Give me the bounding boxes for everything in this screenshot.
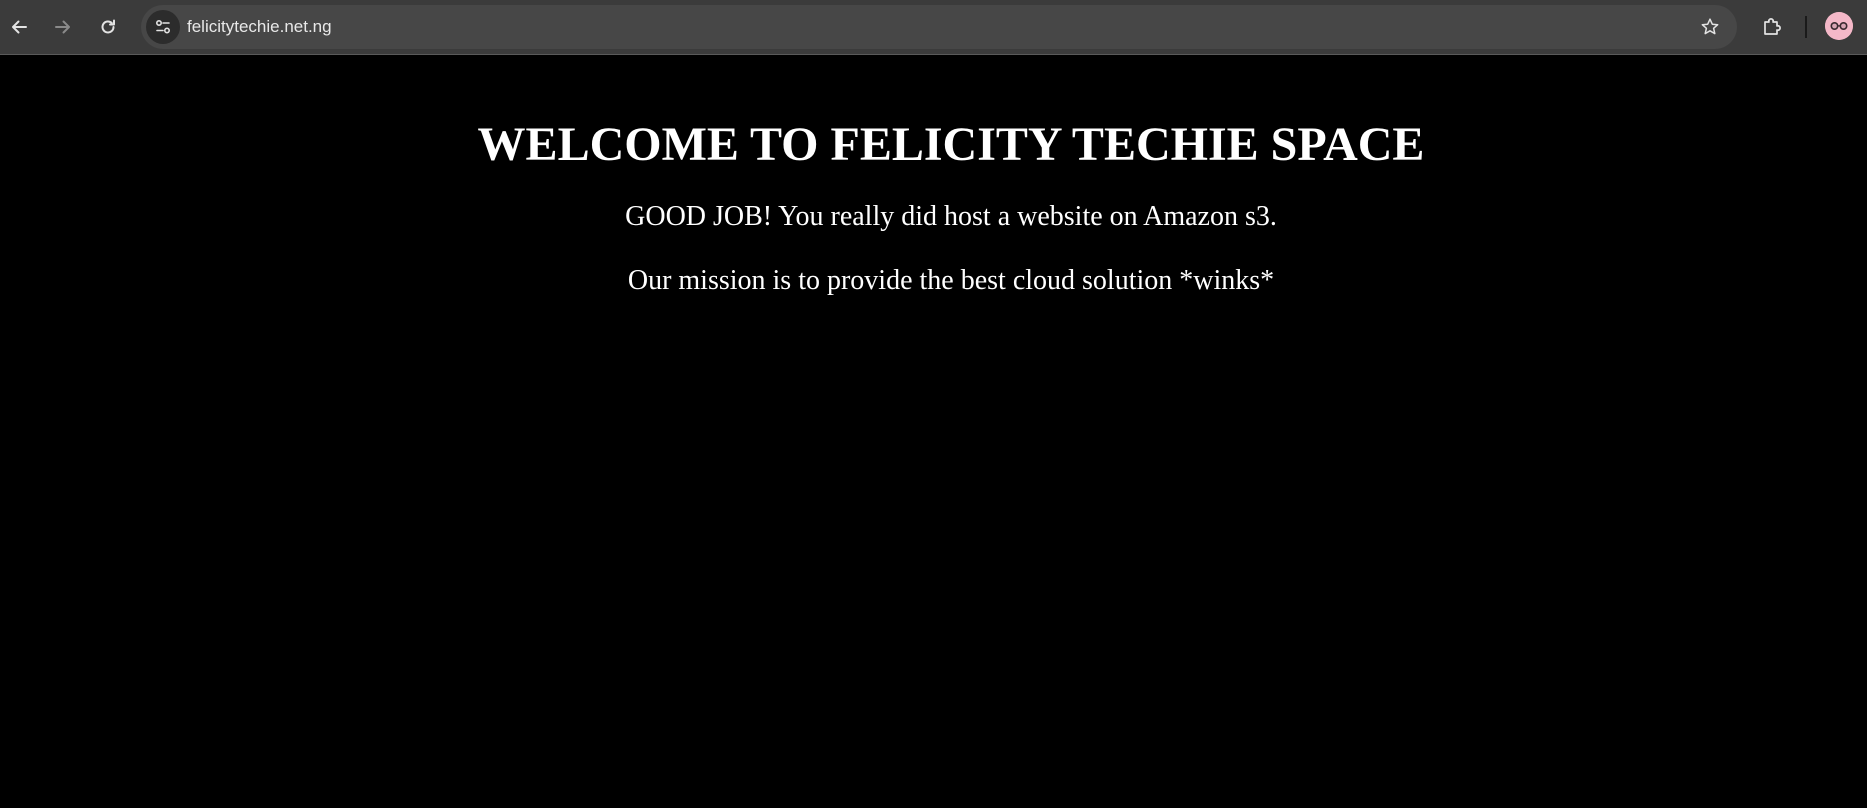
extensions-button[interactable] <box>1754 9 1790 45</box>
bookmark-button[interactable] <box>1697 14 1723 40</box>
site-info-button[interactable] <box>146 10 180 44</box>
reload-icon <box>101 19 115 34</box>
page-heading: WELCOME TO FELICITY TECHIE SPACE <box>477 118 1425 171</box>
forward-button[interactable] <box>45 9 81 45</box>
star-icon <box>1701 18 1719 35</box>
url-text[interactable]: felicitytechie.net.ng <box>187 17 332 37</box>
tune-icon <box>155 19 171 34</box>
toolbar-divider <box>1805 16 1807 38</box>
puzzle-icon <box>1764 18 1781 35</box>
browser-toolbar: felicitytechie.net.ng <box>0 0 1867 55</box>
avatar-glasses-icon <box>1825 12 1853 40</box>
profile-avatar[interactable] <box>1825 12 1853 40</box>
address-bar[interactable]: felicitytechie.net.ng <box>141 5 1737 49</box>
arrow-left-icon <box>12 20 27 34</box>
intro-paragraph: GOOD JOB! You really did host a website … <box>625 201 1277 232</box>
page-content: WELCOME TO FELICITY TECHIE SPACE GOOD JO… <box>0 56 1867 808</box>
reload-button[interactable] <box>90 9 126 45</box>
back-button[interactable] <box>1 9 37 45</box>
arrow-right-icon <box>55 20 70 34</box>
mission-paragraph: Our mission is to provide the best cloud… <box>627 265 1275 296</box>
